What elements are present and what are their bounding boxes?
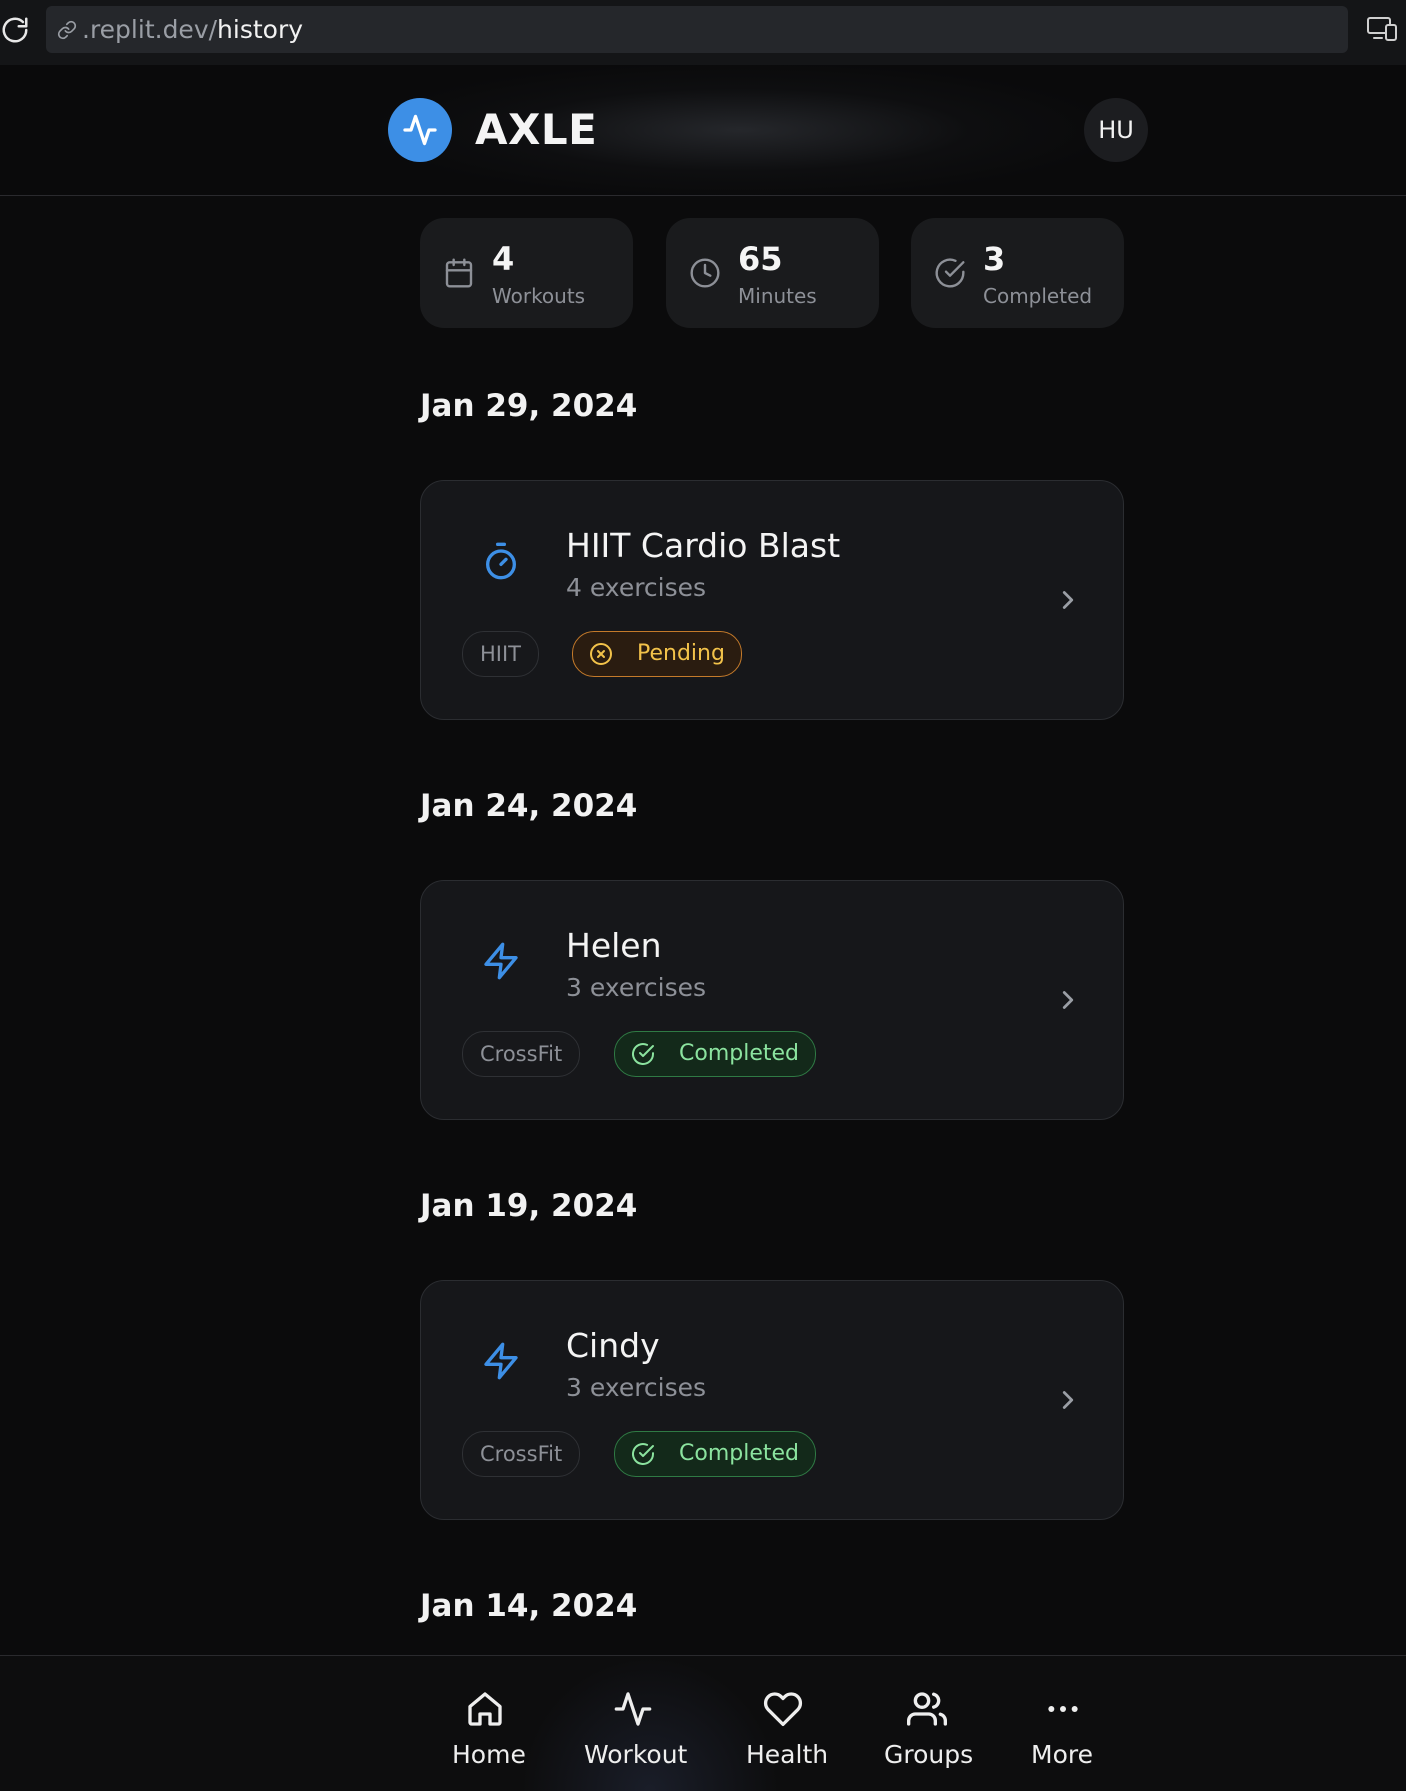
- workout-title: HIIT Cardio Blast: [566, 526, 841, 565]
- date-header: Jan 24, 2024: [420, 788, 638, 824]
- workout-type-tag: HIIT: [462, 631, 540, 677]
- activity-icon: [403, 114, 437, 146]
- more-icon: [1048, 1706, 1078, 1712]
- devices-icon[interactable]: [1366, 14, 1398, 44]
- chevron-right-icon[interactable]: [1053, 585, 1083, 615]
- nav-item-workout[interactable]: Workout: [578, 1656, 688, 1791]
- status-label: Completed: [679, 1041, 799, 1066]
- nav-label: More: [1031, 1740, 1093, 1769]
- app-brand: AXLE: [475, 105, 598, 154]
- x-circle-icon: [590, 643, 612, 665]
- check-circle-icon: [632, 1043, 654, 1065]
- stat-card-workouts: 4 Workouts: [420, 218, 633, 328]
- calendar-icon: [445, 258, 473, 288]
- check-circle-icon: [632, 1443, 654, 1465]
- address-bar[interactable]: .replit.dev/history: [46, 6, 1348, 53]
- url-host: .replit.dev/: [82, 15, 218, 44]
- heart-icon: [763, 1692, 803, 1727]
- workout-title: Cindy: [566, 1326, 660, 1365]
- user-avatar[interactable]: HU: [1084, 98, 1148, 162]
- nav-label: Home: [452, 1740, 526, 1769]
- date-header: Jan 29, 2024: [420, 388, 638, 424]
- workout-title: Helen: [566, 926, 662, 965]
- home-icon: [468, 1692, 502, 1726]
- browser-toolbar: .replit.dev/history: [0, 0, 1406, 65]
- url-text: .replit.dev/history: [82, 15, 303, 44]
- workout-type-tag: CrossFit: [462, 1031, 581, 1077]
- status-badge-completed: Completed: [614, 1431, 816, 1477]
- stat-value: 3: [983, 240, 1006, 278]
- date-header: Jan 14, 2024: [420, 1588, 638, 1624]
- stat-label: Workouts: [492, 284, 586, 308]
- app-logo[interactable]: [388, 98, 452, 162]
- nav-label: Groups: [884, 1740, 974, 1769]
- nav-item-groups[interactable]: Groups: [880, 1656, 980, 1791]
- nav-label: Workout: [584, 1740, 688, 1769]
- bolt-icon: [484, 942, 518, 980]
- nav-item-home[interactable]: Home: [440, 1656, 530, 1791]
- nav-item-more[interactable]: More: [1025, 1656, 1100, 1791]
- stat-card-completed: 3 Completed: [911, 218, 1124, 328]
- bolt-icon: [484, 1342, 518, 1380]
- stat-value: 4: [492, 240, 515, 278]
- check-circle-icon: [935, 258, 965, 288]
- workout-subtitle: 3 exercises: [566, 1373, 707, 1402]
- status-badge-completed: Completed: [614, 1031, 816, 1077]
- workout-card-hiit-cardio-blast[interactable]: HIIT Cardio Blast 4 exercises HIIT Pendi…: [420, 480, 1124, 720]
- stat-value: 65: [738, 240, 783, 278]
- bottom-navigation: Home Workout Health Groups More: [0, 1655, 1406, 1791]
- status-label: Pending: [637, 641, 725, 666]
- workout-subtitle: 4 exercises: [566, 573, 707, 602]
- stat-label: Completed: [983, 284, 1093, 308]
- reload-icon[interactable]: [0, 15, 30, 45]
- users-icon: [907, 1692, 947, 1726]
- stat-card-minutes: 65 Minutes: [666, 218, 879, 328]
- workout-subtitle: 3 exercises: [566, 973, 707, 1002]
- status-label: Completed: [679, 1441, 799, 1466]
- nav-label: Health: [746, 1740, 829, 1769]
- activity-icon: [614, 1692, 652, 1726]
- workout-card-helen[interactable]: Helen 3 exercises CrossFit Completed: [420, 880, 1124, 1120]
- stat-label: Minutes: [738, 284, 817, 308]
- app-header: AXLE HU: [0, 65, 1406, 196]
- date-header: Jan 19, 2024: [420, 1188, 638, 1224]
- chevron-right-icon[interactable]: [1053, 985, 1083, 1015]
- status-badge-pending: Pending: [572, 631, 742, 677]
- url-path: history: [217, 15, 304, 44]
- link-icon: [57, 20, 77, 40]
- workout-type-tag: CrossFit: [462, 1431, 581, 1477]
- workout-card-cindy[interactable]: Cindy 3 exercises CrossFit Completed: [420, 1280, 1124, 1520]
- chevron-right-icon[interactable]: [1053, 1385, 1083, 1415]
- nav-item-health[interactable]: Health: [740, 1656, 830, 1791]
- clock-icon: [690, 258, 720, 288]
- timer-icon: [486, 542, 516, 580]
